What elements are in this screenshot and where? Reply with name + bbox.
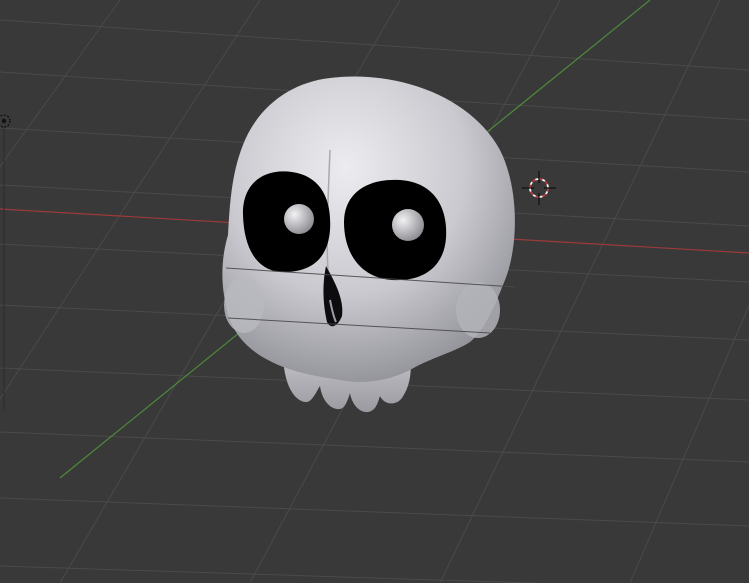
right-pupil <box>392 209 424 241</box>
3d-cursor-icon[interactable] <box>522 171 556 205</box>
right-cheekbone <box>456 282 500 338</box>
viewport-canvas[interactable] <box>0 0 749 583</box>
3d-viewport[interactable] <box>0 0 749 583</box>
skull-mesh[interactable] <box>222 76 515 413</box>
left-pupil <box>284 204 314 234</box>
left-cheekbone <box>224 277 264 333</box>
